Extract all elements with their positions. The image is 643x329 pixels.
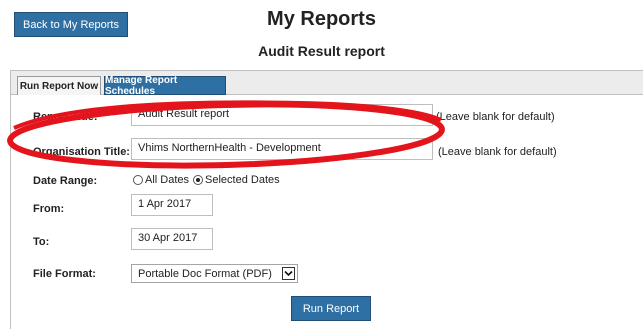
date-range-options: All Dates Selected Dates — [133, 174, 284, 186]
report-title-label: Report Title: — [33, 111, 98, 123]
tab-manage-report-schedules[interactable]: Manage Report Schedules — [104, 75, 226, 97]
selected-dates-radio[interactable] — [193, 175, 204, 185]
report-subtitle: Audit Result report — [258, 43, 385, 59]
all-dates-radio[interactable] — [133, 175, 143, 185]
file-format-value: Portable Doc Format (PDF) — [138, 267, 272, 280]
organisation-title-hint: (Leave blank for default) — [438, 146, 557, 158]
selected-dates-label: Selected Dates — [205, 174, 280, 186]
from-label: From: — [33, 203, 65, 215]
all-dates-label: All Dates — [145, 174, 190, 186]
to-date-input[interactable]: 30 Apr 2017 — [131, 228, 213, 250]
page-title: My Reports — [267, 8, 376, 30]
to-label: To: — [33, 236, 50, 248]
organisation-title-input[interactable]: Vhims NorthernHealth - Development — [131, 138, 433, 160]
file-format-select[interactable]: Portable Doc Format (PDF) — [131, 264, 298, 283]
report-title-hint: (Leave blank for default) — [436, 111, 555, 123]
file-format-label: File Format: — [33, 268, 96, 280]
report-title-input[interactable]: Audit Result report — [131, 104, 433, 126]
run-report-button[interactable]: Run Report — [291, 296, 371, 321]
chevron-down-icon[interactable] — [282, 267, 295, 280]
tab-run-report-now[interactable]: Run Report Now — [17, 76, 101, 95]
date-range-label: Date Range: — [33, 175, 98, 187]
from-date-input[interactable]: 1 Apr 2017 — [131, 194, 213, 216]
organisation-title-label: Organisation Title: — [33, 146, 130, 158]
